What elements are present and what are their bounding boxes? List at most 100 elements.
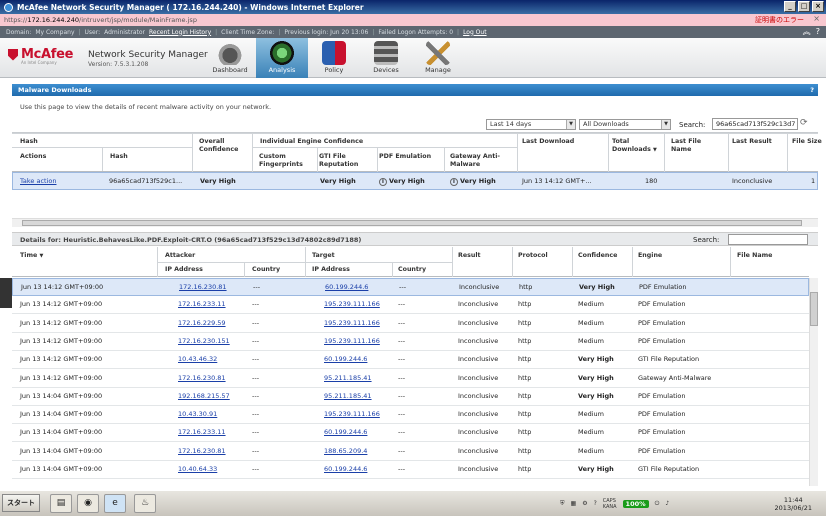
cell-t-ip[interactable]: 60.199.244.6 [325, 283, 368, 291]
cell-t-ip[interactable]: 60.199.244.6 [324, 465, 367, 473]
security-icon[interactable]: ⚙ [582, 500, 587, 507]
download-row[interactable]: Take action 96a65cad713f529c1... Very Hi… [12, 172, 818, 190]
detail-row[interactable]: Jun 13 14:12 GMT+09:00 172.16.230.151 --- 1… [12, 333, 809, 351]
nav-dashboard[interactable]: Dashboard [204, 38, 256, 78]
shield-icon[interactable]: ⛨ [560, 500, 565, 508]
col-target-country[interactable]: Country [398, 266, 426, 274]
col-last-download[interactable]: Last Download [522, 138, 574, 146]
downloads-filter-select[interactable]: All Downloads ▼ [579, 119, 671, 130]
explorer-icon[interactable]: ▤ [50, 494, 72, 513]
scroll-thumb[interactable] [22, 220, 802, 226]
volume-icon[interactable]: ♪ [665, 500, 669, 507]
cell-a-ip[interactable]: 192.168.215.57 [178, 392, 230, 400]
detail-row[interactable]: Jun 13 14:04 GMT+09:00 172.16.233.11 --- 60… [12, 424, 809, 443]
detail-row[interactable]: Jun 13 14:04 GMT+09:00 10.43.30.91 --- 195.… [12, 406, 809, 425]
logout-link[interactable]: Log Out [463, 29, 487, 36]
ime-status[interactable]: CAPS KANA [603, 498, 617, 510]
col-time[interactable]: Time ▼ [20, 252, 43, 260]
certificate-error[interactable]: 証明書のエラー [755, 15, 804, 25]
detail-row[interactable]: Jun 13 14:04 GMT+09:00 10.40.64.33 --- 60.1… [12, 461, 809, 479]
cell-a-ip[interactable]: 172.16.229.59 [178, 319, 226, 327]
cell-a-ip[interactable]: 172.16.233.11 [178, 300, 226, 308]
cell-t-ip[interactable]: 195.239.111.166 [324, 410, 380, 418]
horizontal-scrollbar[interactable] [12, 218, 818, 227]
nav-analysis[interactable]: Analysis [256, 38, 308, 78]
cell-t-ip[interactable]: 60.199.244.6 [324, 428, 367, 436]
help-icon[interactable]: ? [816, 27, 820, 36]
col-attacker-country[interactable]: Country [252, 266, 280, 274]
vertical-scrollbar[interactable] [809, 278, 818, 486]
col-protocol[interactable]: Protocol [518, 252, 548, 260]
col-custom-fingerprints[interactable]: Custom Fingerprints [259, 153, 314, 169]
internet-explorer-icon[interactable]: e [104, 494, 126, 513]
start-button[interactable]: スタート [2, 494, 40, 512]
collapse-handle[interactable] [0, 278, 12, 308]
stop-icon[interactable]: × [813, 14, 820, 23]
col-gateway-anti-malware[interactable]: Gateway Anti-Malware [450, 153, 512, 169]
col-file-size[interactable]: File Size [792, 138, 822, 146]
detail-row[interactable]: Jun 13 14:04 GMT+09:00 172.16.230.81 --- 18… [12, 443, 809, 461]
info-icon[interactable]: i [450, 178, 458, 186]
col-target-ip[interactable]: IP Address [312, 266, 350, 274]
minimize-button[interactable]: _ [784, 1, 796, 12]
cell-t-ip[interactable]: 95.211.185.41 [324, 392, 372, 400]
cell-a-ip[interactable]: 172.16.230.81 [178, 447, 226, 455]
nav-manage[interactable]: Manage [412, 38, 464, 78]
search-input[interactable]: 96a65cad713f529c13d7 [712, 118, 798, 130]
col-hash[interactable]: Hash [110, 153, 128, 161]
close-button[interactable]: × [812, 1, 824, 12]
take-action-link[interactable]: Take action [20, 177, 56, 185]
detail-row[interactable]: Jun 13 14:12 GMT+09:00 172.16.230.81 --- 95… [12, 370, 809, 388]
cell-engine: PDF Emulation [638, 300, 686, 309]
panel-help-icon[interactable]: ? [810, 84, 814, 96]
nav-devices[interactable]: Devices [360, 38, 412, 78]
cell-a-ip[interactable]: 172.16.230.81 [179, 283, 227, 291]
detail-row[interactable]: Jun 13 14:04 GMT+09:00 192.168.215.57 --- 9… [12, 388, 809, 406]
cell-t-ip[interactable]: 195.239.111.166 [324, 319, 380, 327]
col-total-downloads[interactable]: Total Downloads ▼ [612, 138, 660, 154]
address-bar[interactable]: https://172.16.244.240/intruvert/jsp/mod… [0, 14, 826, 26]
cell-a-ip[interactable]: 172.16.230.151 [178, 337, 230, 345]
cell-t-ip[interactable]: 60.199.244.6 [324, 355, 367, 363]
col-overall-confidence[interactable]: Overall Confidence [199, 138, 249, 154]
col-attacker-ip[interactable]: IP Address [165, 266, 203, 274]
period-select[interactable]: Last 14 days ▼ [486, 119, 576, 130]
cell-t-ip[interactable]: 95.211.185.41 [324, 374, 372, 382]
col-last-result[interactable]: Last Result [732, 138, 772, 146]
detail-row[interactable]: Jun 13 14:12 GMT+09:00 10.43.46.32 --- 60.1… [12, 351, 809, 370]
recent-login-link[interactable]: Recent Login History [149, 29, 211, 36]
cell-t-ip[interactable]: 188.65.209.4 [324, 447, 367, 455]
cell-a-ip[interactable]: 10.40.64.33 [178, 465, 217, 473]
cell-t-ip[interactable]: 195.239.111.166 [324, 300, 380, 308]
cell-t-ip[interactable]: 195.239.111.166 [324, 337, 380, 345]
detail-row[interactable]: Jun 13 14:12 GMT+09:00 172.16.230.81 --- 60… [12, 278, 809, 296]
col-confidence[interactable]: Confidence [578, 252, 617, 260]
cell-t-country: --- [398, 318, 406, 327]
cell-a-ip[interactable]: 172.16.230.81 [178, 374, 226, 382]
cell-a-ip[interactable]: 10.43.46.32 [178, 355, 217, 363]
col-engine[interactable]: Engine [638, 252, 662, 260]
col-gti-reputation[interactable]: GTI File Reputation [319, 153, 374, 169]
power-icon[interactable]: ⏻ [655, 500, 660, 508]
maximize-button[interactable]: □ [798, 1, 810, 12]
detail-row[interactable]: Jun 13 14:12 GMT+09:00 172.16.233.11 --- 19… [12, 296, 809, 315]
collapse-icon[interactable]: ︽ [803, 27, 811, 36]
col-result[interactable]: Result [458, 252, 481, 260]
col-pdf-emulation[interactable]: PDF Emulation [379, 153, 431, 161]
col-file-name[interactable]: File Name [737, 252, 772, 260]
scroll-thumb[interactable] [810, 292, 818, 326]
cell-a-ip[interactable]: 10.43.30.91 [178, 410, 217, 418]
nav-policy[interactable]: Policy [308, 38, 360, 78]
col-last-file-name[interactable]: Last File Name [671, 138, 721, 154]
clock[interactable]: 11:44 2013/06/21 [775, 496, 812, 512]
windows-media-icon[interactable]: ◉ [77, 494, 99, 513]
col-actions[interactable]: Actions [20, 153, 46, 161]
help-icon[interactable]: ? [594, 500, 597, 507]
info-icon[interactable]: i [379, 178, 387, 186]
detail-row[interactable]: Jun 13 14:12 GMT+09:00 172.16.229.59 --- 19… [12, 315, 809, 333]
refresh-icon[interactable]: ⟳ [800, 118, 808, 128]
cell-a-ip[interactable]: 172.16.233.11 [178, 428, 226, 436]
network-icon[interactable]: ▦ [571, 500, 577, 507]
java-icon[interactable]: ♨ [134, 494, 156, 513]
details-search-input[interactable] [728, 234, 808, 245]
